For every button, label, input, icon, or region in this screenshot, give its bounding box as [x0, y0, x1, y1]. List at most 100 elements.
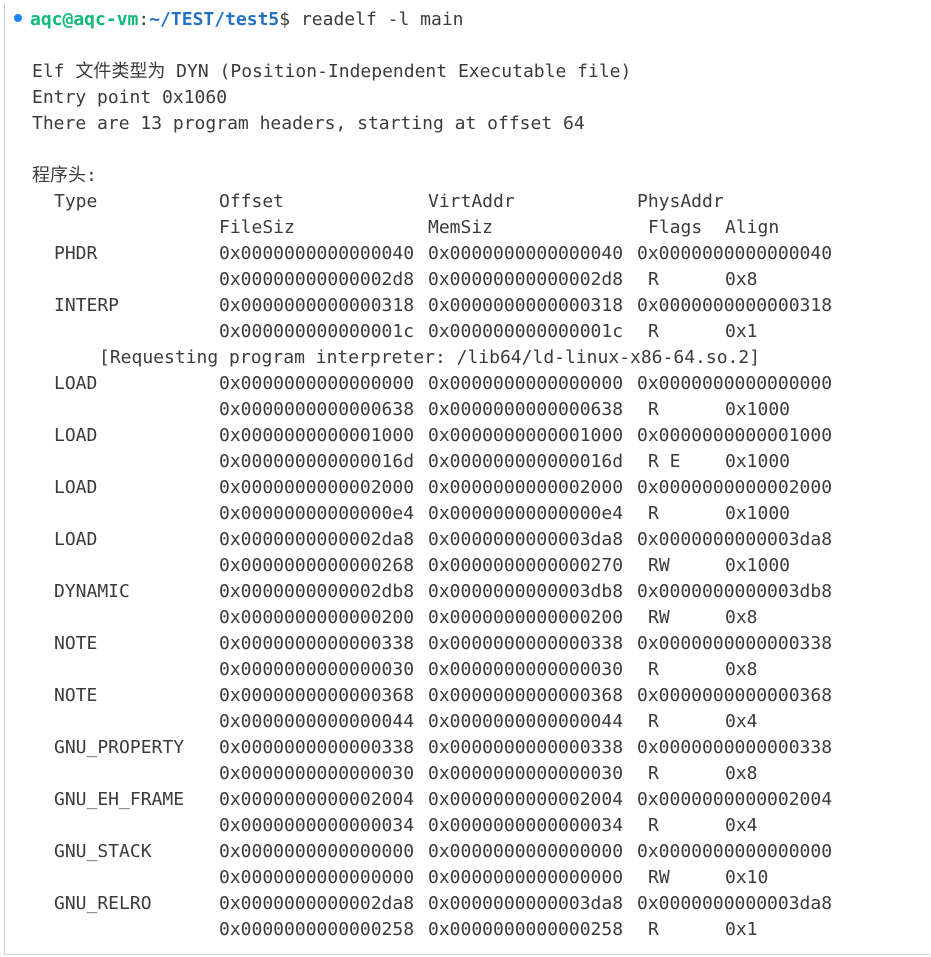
segment-offset: 0x0000000000000338: [219, 633, 415, 654]
segment-offset: 0x0000000000002da8: [219, 529, 415, 550]
segment-offset: 0x0000000000000318: [219, 295, 415, 316]
segment-flags: R: [648, 503, 659, 524]
segment-filesiz: 0x0000000000000044: [219, 711, 415, 732]
segment-filesiz: 0x0000000000000268: [219, 555, 415, 576]
command-status-dot-icon[interactable]: [14, 14, 22, 22]
segment-offset: 0x0000000000000000: [219, 373, 415, 394]
segment-align: 0x8: [725, 763, 758, 784]
segment-offset: 0x0000000000002000: [219, 477, 415, 498]
segment-align: 0x1: [725, 919, 758, 940]
segment-physaddr: 0x0000000000003da8: [637, 893, 833, 914]
segment-offset: 0x0000000000002004: [219, 789, 415, 810]
column-header-flags: Flags: [648, 217, 703, 238]
segment-filesiz: 0x0000000000000030: [219, 763, 415, 784]
segment-virtaddr: 0x0000000000000040: [428, 243, 624, 264]
segment-memsiz: 0x0000000000000638: [428, 399, 624, 420]
column-header-physaddr: PhysAddr: [637, 191, 724, 212]
segment-flags: R: [648, 711, 659, 732]
segment-type: LOAD: [54, 373, 98, 394]
segment-physaddr: 0x0000000000000000: [637, 841, 833, 862]
segment-type: DYNAMIC: [54, 581, 130, 602]
segment-offset: 0x0000000000000040: [219, 243, 415, 264]
segment-type: LOAD: [54, 477, 98, 498]
segment-virtaddr: 0x0000000000000000: [428, 373, 624, 394]
segment-type: LOAD: [54, 529, 98, 550]
segment-align: 0x4: [725, 815, 758, 836]
segment-virtaddr: 0x0000000000000318: [428, 295, 624, 316]
segment-physaddr: 0x0000000000000368: [637, 685, 833, 706]
segment-filesiz: 0x0000000000000200: [219, 607, 415, 628]
segment-virtaddr: 0x0000000000000000: [428, 841, 624, 862]
segment-align: 0x1000: [725, 399, 791, 420]
column-header-filesiz: FileSiz: [219, 217, 295, 238]
segment-offset: 0x0000000000000000: [219, 841, 415, 862]
segment-flags: R: [648, 763, 659, 784]
segment-flags: RW: [648, 867, 670, 888]
elf-type-line: Elf 文件类型为 DYN (Position-Independent Exec…: [32, 61, 632, 82]
prompt-dollar: $: [279, 9, 291, 30]
segment-filesiz: 0x0000000000000034: [219, 815, 415, 836]
prompt-user-host: aqc@aqc-vm: [30, 9, 139, 30]
segment-physaddr: 0x0000000000000338: [637, 633, 833, 654]
segment-type: NOTE: [54, 633, 98, 654]
segment-offset: 0x0000000000000338: [219, 737, 415, 758]
segment-memsiz: 0x00000000000002d8: [428, 269, 624, 290]
segment-physaddr: 0x0000000000000318: [637, 295, 833, 316]
column-header-memsiz: MemSiz: [428, 217, 494, 238]
prompt-colon: :: [138, 9, 150, 30]
segment-flags: RW: [648, 607, 670, 628]
segment-memsiz: 0x00000000000000e4: [428, 503, 624, 524]
segment-offset: 0x0000000000002da8: [219, 893, 415, 914]
terminal-output[interactable]: aqc@aqc-vm:~/TEST/test5$ readelf -l main…: [4, 3, 930, 955]
segment-type: GNU_STACK: [54, 841, 152, 862]
segment-flags: R: [648, 321, 659, 342]
segment-flags: R: [648, 659, 659, 680]
segment-memsiz: 0x0000000000000000: [428, 867, 624, 888]
segment-align: 0x1000: [725, 451, 791, 472]
segment-memsiz: 0x0000000000000044: [428, 711, 624, 732]
segment-virtaddr: 0x0000000000003db8: [428, 581, 624, 602]
segment-memsiz: 0x000000000000001c: [428, 321, 624, 342]
segment-align: 0x8: [725, 269, 758, 290]
column-header-virtaddr: VirtAddr: [428, 191, 515, 212]
segment-physaddr: 0x0000000000002000: [637, 477, 833, 498]
segment-memsiz: 0x0000000000000270: [428, 555, 624, 576]
segment-physaddr: 0x0000000000001000: [637, 425, 833, 446]
segment-align: 0x1000: [725, 555, 791, 576]
segment-virtaddr: 0x0000000000003da8: [428, 529, 624, 550]
segment-memsiz: 0x0000000000000200: [428, 607, 624, 628]
segment-physaddr: 0x0000000000003db8: [637, 581, 833, 602]
program-headers-title: 程序头:: [32, 165, 97, 186]
segment-physaddr: 0x0000000000000000: [637, 373, 833, 394]
segment-virtaddr: 0x0000000000000338: [428, 633, 624, 654]
segment-offset: 0x0000000000002db8: [219, 581, 415, 602]
segment-virtaddr: 0x0000000000003da8: [428, 893, 624, 914]
segment-type: LOAD: [54, 425, 98, 446]
segment-type: NOTE: [54, 685, 98, 706]
header-count-line: There are 13 program headers, starting a…: [32, 113, 585, 134]
segment-align: 0x8: [725, 607, 758, 628]
segment-filesiz: 0x00000000000002d8: [219, 269, 415, 290]
segment-physaddr: 0x0000000000000040: [637, 243, 833, 264]
segment-flags: RW: [648, 555, 670, 576]
segment-virtaddr: 0x0000000000002000: [428, 477, 624, 498]
segment-filesiz: 0x000000000000016d: [219, 451, 415, 472]
segment-align: 0x1000: [725, 503, 791, 524]
segment-virtaddr: 0x0000000000000368: [428, 685, 624, 706]
segment-flags: R: [648, 269, 659, 290]
segment-align: 0x4: [725, 711, 758, 732]
segment-physaddr: 0x0000000000000338: [637, 737, 833, 758]
segment-type: GNU_EH_FRAME: [54, 789, 185, 810]
segment-memsiz: 0x0000000000000258: [428, 919, 624, 940]
interpreter-note: [Requesting program interpreter: /lib64/…: [99, 347, 761, 368]
segment-flags: R: [648, 399, 659, 420]
segment-physaddr: 0x0000000000002004: [637, 789, 833, 810]
segment-align: 0x8: [725, 659, 758, 680]
segment-memsiz: 0x0000000000000030: [428, 763, 624, 784]
column-header-offset: Offset: [219, 191, 285, 212]
segment-type: GNU_PROPERTY: [54, 737, 185, 758]
segment-filesiz: 0x0000000000000258: [219, 919, 415, 940]
segment-virtaddr: 0x0000000000002004: [428, 789, 624, 810]
segment-offset: 0x0000000000000368: [219, 685, 415, 706]
segment-physaddr: 0x0000000000003da8: [637, 529, 833, 550]
